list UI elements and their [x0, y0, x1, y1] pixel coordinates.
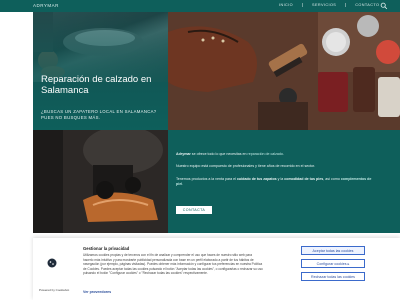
- repair-link[interactable]: reparación de calzado: [248, 152, 283, 156]
- hero-subtitle: ¿BUSCAS UN ZAPATERO LOCAL EN SALAMANCA? …: [41, 109, 157, 120]
- contact-button[interactable]: CONTACTA: [176, 206, 212, 214]
- hero-banner: Reparación de calzado en Salamanca ¿BUSC…: [33, 12, 168, 130]
- cookie-consent-banner: Powered by Cookiebot Gestionar la privac…: [33, 238, 400, 300]
- configure-cookies-button[interactable]: Configurar cookies ▸: [301, 259, 365, 268]
- page-title: Reparación de calzado en Salamanca: [41, 74, 152, 96]
- brand-logo[interactable]: ADRYMAR: [33, 3, 59, 8]
- about-section: Adrymar se ofrece todo lo que necesitas …: [168, 130, 400, 233]
- top-navigation-bar: ADRYMAR INICIO SERVICIOS CONTACTO: [0, 0, 400, 12]
- cookie-body-text: Utilizamos cookies propias y de terceros…: [83, 253, 263, 276]
- nav-item-inicio[interactable]: INICIO: [270, 3, 304, 7]
- shoe-care-products-photo: [168, 12, 400, 130]
- main-nav: INICIO SERVICIOS CONTACTO: [270, 3, 388, 7]
- about-paragraph-1: Adrymar se ofrece todo lo que necesitas …: [176, 152, 284, 156]
- search-icon[interactable]: [380, 2, 388, 10]
- cookie-title: Gestionar la privacidad: [83, 246, 130, 251]
- craftsman-polishing-shoe-photo: [33, 130, 168, 233]
- nav-item-servicios[interactable]: SERVICIOS: [303, 3, 347, 7]
- cookiebot-logo-icon: [47, 258, 57, 268]
- about-paragraph-3: Tenemos productos a la venta para el cui…: [176, 177, 372, 186]
- view-vendors-link[interactable]: Ver proveedores: [83, 290, 111, 294]
- reject-all-cookies-button[interactable]: Rechazar todas las cookies: [301, 272, 365, 281]
- accept-all-cookies-button[interactable]: Aceptar todas las cookies: [301, 246, 365, 255]
- about-paragraph-2: Nuestro equipo está compuesto de profesi…: [176, 164, 316, 168]
- powered-by-cookiebot[interactable]: Powered by Cookiebot: [39, 288, 69, 292]
